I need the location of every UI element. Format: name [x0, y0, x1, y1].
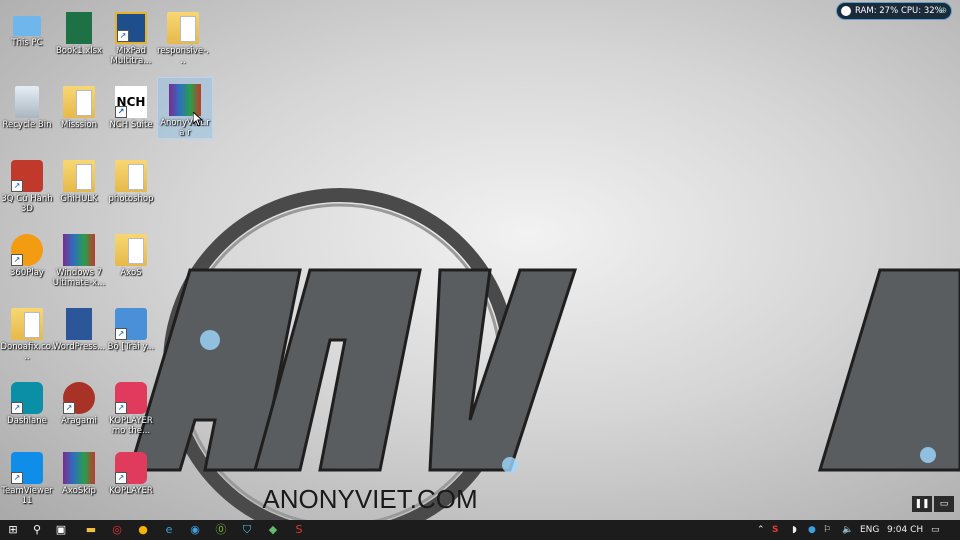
- language-indicator[interactable]: ENG: [860, 520, 879, 540]
- app-icon-leaf[interactable]: ◆: [264, 522, 282, 538]
- shield-icon[interactable]: ⛉: [238, 522, 256, 538]
- tray-teamviewer-icon[interactable]: ●: [808, 520, 816, 540]
- desktop-icon-aragami[interactable]: ↗ Aragami: [52, 376, 106, 426]
- winrar-icon: [63, 452, 95, 484]
- 360play-icon: ↗: [11, 234, 43, 266]
- desktop-icon-ghihulk[interactable]: GhiHULK: [52, 154, 106, 204]
- game-3q-icon: ↗: [11, 160, 43, 192]
- ram-usage: RAM: 27%: [855, 6, 899, 16]
- taskbar: ⊞ ⚲ ▣ ▬ ◎ ● e ◉ ⓪ ⛉ ◆ S ⌃ S ◗ ● ⚐ 🔈 ENG …: [0, 520, 960, 540]
- excel-icon: [66, 12, 92, 44]
- desktop-icon-wordpress[interactable]: WordPress...: [52, 302, 106, 352]
- file-explorer-icon[interactable]: ▬: [82, 522, 100, 538]
- wallpaper-logo-text: ANONYVIET.COM: [262, 484, 477, 514]
- desktop-icon-360play[interactable]: ↗ 360Play: [0, 228, 54, 278]
- folder-icon: [167, 12, 199, 44]
- nch-icon: NCH ↗: [115, 86, 147, 118]
- desktop-icon-responsive[interactable]: responsive-...: [156, 6, 210, 66]
- mouse-cursor-icon: [193, 112, 203, 126]
- app-icon-s[interactable]: S: [290, 522, 308, 538]
- this-pc-icon: [13, 16, 41, 36]
- desktop-icon-anonyviet[interactable]: AnonyViet.ra r: [157, 77, 213, 139]
- folder-icon: [63, 160, 95, 192]
- desktop-icon-dashlane[interactable]: ↗ Dashlane: [0, 376, 54, 426]
- show-hidden-icons[interactable]: ⌃: [757, 520, 765, 540]
- desktop-icon-3q[interactable]: ↗ 3Q Củ Hành 3D: [0, 154, 54, 214]
- teamviewer-icon: ↗: [11, 452, 43, 484]
- desktop-icon-donoafix[interactable]: Donoafix.co...: [0, 302, 54, 362]
- folder-icon: [115, 160, 147, 192]
- folder-icon: [63, 86, 95, 118]
- folder-icon: [115, 234, 147, 266]
- tray-s-icon[interactable]: S: [772, 520, 778, 540]
- winrar-icon: [63, 234, 95, 266]
- app-icon-red[interactable]: ◎: [108, 522, 126, 538]
- desktop-icon-bo-trai[interactable]: ↗ Bộ [Trải y...: [104, 302, 158, 352]
- system-monitor-widget[interactable]: RAM: 27% CPU: 32% ⊕: [836, 2, 952, 20]
- desktop-icon-axoskip[interactable]: AxoSkip: [52, 446, 106, 496]
- notifications-icon[interactable]: ▭: [931, 520, 940, 540]
- folder-icon: [11, 308, 43, 340]
- desktop-icon-recycle-bin[interactable]: Recycle Bin: [0, 80, 54, 130]
- aragami-icon: ↗: [63, 382, 95, 414]
- koplayer-icon: ↗: [115, 452, 147, 484]
- desktop[interactable]: ANONYVIET.COM This PC Recycle Bin ↗ 3Q C…: [0, 0, 960, 520]
- recycle-bin-icon: [15, 86, 39, 118]
- desktop-icon-teamviewer[interactable]: ↗ TeamViewer 11: [0, 446, 54, 506]
- search-button[interactable]: ⚲: [28, 522, 46, 538]
- expand-icon[interactable]: ⊕: [940, 3, 947, 19]
- desktop-icon-nch[interactable]: NCH ↗ NCH Suite: [104, 80, 158, 130]
- network-icon[interactable]: ⚐: [823, 520, 831, 540]
- desktop-icon-photoshop[interactable]: photoshop: [104, 154, 158, 204]
- app-icon-blue[interactable]: ◉: [186, 522, 204, 538]
- start-button[interactable]: ⊞: [4, 522, 22, 538]
- desktop-icon-koplayer[interactable]: ↗ KOPLAYER: [104, 446, 158, 496]
- fullscreen-button[interactable]: ▭: [934, 496, 954, 512]
- desktop-icon-misssion[interactable]: Misssion: [52, 80, 106, 130]
- chrome-icon[interactable]: ●: [134, 522, 152, 538]
- pause-button[interactable]: ❚❚: [912, 496, 932, 512]
- clock[interactable]: 9:04 CH: [887, 520, 923, 540]
- volume-icon[interactable]: 🔈: [842, 520, 853, 540]
- monitor-icon: [841, 6, 851, 16]
- desktop-icon-this-pc[interactable]: This PC: [0, 6, 54, 48]
- dashlane-icon: ↗: [11, 382, 43, 414]
- mixpad-icon: ↗: [115, 12, 147, 44]
- app-icon-green[interactable]: ⓪: [212, 522, 230, 538]
- desktop-icon-axos[interactable]: AxoS: [104, 228, 158, 278]
- koplayer-icon: ↗: [115, 382, 147, 414]
- edge-icon[interactable]: e: [160, 522, 178, 538]
- desktop-icon-mixpad[interactable]: ↗ MixPad Multitra...: [104, 6, 158, 66]
- desktop-icon-windows7[interactable]: Windows 7 Ultimate-x...: [52, 228, 106, 288]
- word-icon: [66, 308, 92, 340]
- cpu-usage: CPU: 32%: [901, 6, 943, 16]
- task-view-button[interactable]: ▣: [52, 522, 70, 538]
- tray-app-icon[interactable]: ◗: [792, 520, 797, 540]
- desktop-icon-book1[interactable]: Book1.xlsx: [52, 6, 106, 56]
- desktop-icon-koplayer-mo[interactable]: ↗ KOPLAYER mo the...: [104, 376, 158, 436]
- setup-icon: ↗: [115, 308, 147, 340]
